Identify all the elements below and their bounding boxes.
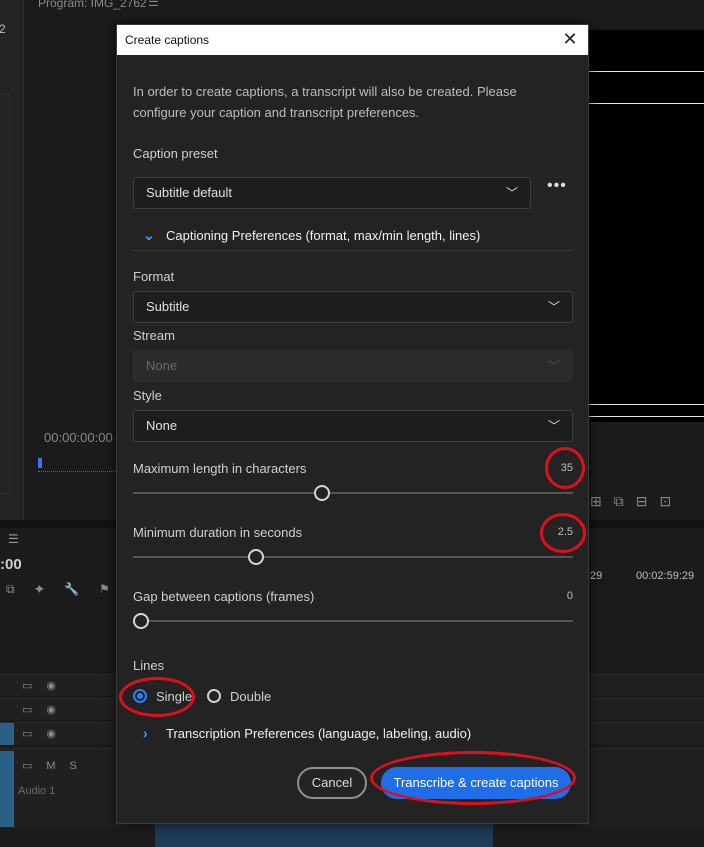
gap-slider[interactable] — [133, 611, 573, 631]
playhead-icon[interactable] — [38, 458, 42, 468]
single-radio[interactable] — [133, 689, 147, 703]
audio-track-icons[interactable]: ▭MS — [22, 759, 91, 772]
format-label: Format — [133, 269, 175, 284]
format-value: Subtitle — [146, 299, 190, 314]
timeline-timecode[interactable]: :00 — [0, 556, 22, 573]
chevron-down-icon: ﹀ — [547, 359, 560, 373]
panel-inner — [0, 94, 10, 494]
single-radio-label[interactable]: Single — [156, 689, 192, 704]
min-duration-label: Minimum duration in seconds — [133, 525, 303, 540]
stream-value: None — [146, 358, 178, 373]
stream-label: Stream — [133, 328, 175, 343]
lines-label: Lines — [133, 658, 165, 673]
transcription-preferences-label: Transcription Preferences (language, lab… — [166, 726, 472, 741]
cancel-button[interactable]: Cancel — [297, 767, 367, 799]
max-length-slider[interactable] — [133, 483, 573, 503]
captioning-preferences-toggle[interactable]: ⌄ Captioning Preferences (format, max/mi… — [133, 221, 573, 251]
transport-controls[interactable]: ⊞⧉⊟⊡ — [590, 493, 683, 510]
program-ruler[interactable] — [38, 460, 118, 472]
track-icons[interactable]: ▭◉ — [22, 703, 70, 716]
slider-track — [133, 556, 573, 558]
timeline-ruler-label: 29 — [590, 570, 603, 582]
max-length-value[interactable]: 35 — [537, 462, 573, 474]
slider-knob[interactable] — [248, 549, 265, 565]
dialog-titlebar: Create captions ✕ — [117, 25, 588, 55]
chevron-right-icon: › — [143, 725, 148, 741]
style-select[interactable]: None ﹀ — [133, 410, 573, 442]
double-radio-label[interactable]: Double — [230, 689, 271, 704]
program-timecode[interactable]: 00:00:00:00 — [44, 430, 113, 445]
panel-number: 2 — [0, 22, 6, 36]
timeline-ruler-label: 00:02:59:29 — [636, 570, 695, 582]
guide-line — [588, 416, 704, 417]
source-panel: 2 — [0, 0, 24, 520]
close-icon[interactable]: ✕ — [560, 29, 580, 49]
dialog-title: Create captions — [125, 33, 210, 47]
caption-preset-select[interactable]: Subtitle default ﹀ — [133, 177, 531, 209]
audio-clip[interactable] — [155, 822, 493, 847]
guide-line — [588, 71, 704, 72]
timeline-menu-icon[interactable]: ☰ — [8, 532, 19, 546]
program-video-preview — [588, 30, 704, 422]
program-monitor-title: Program: IMG_2762 — [38, 0, 147, 10]
transcribe-create-captions-button[interactable]: Transcribe & create captions — [381, 767, 571, 799]
timeline-tools[interactable]: ⧉✦🔧⚑ — [6, 582, 130, 597]
chevron-down-icon: ﹀ — [505, 186, 518, 200]
stream-select: None ﹀ — [133, 350, 573, 382]
intro-text: In order to create captions, a transcrip… — [133, 84, 517, 120]
transcription-preferences-toggle[interactable]: › Transcription Preferences (language, l… — [133, 719, 573, 749]
caption-preset-label: Caption preset — [133, 146, 218, 161]
guide-line — [588, 404, 704, 405]
slider-knob[interactable] — [314, 485, 331, 501]
create-captions-dialog: Create captions ✕ In order to create cap… — [116, 24, 589, 824]
guide-line — [588, 103, 704, 104]
gap-label: Gap between captions (frames) — [133, 589, 315, 604]
track-icons[interactable]: ▭◉ — [22, 727, 70, 740]
audio-track-label: Audio 1 — [18, 785, 56, 797]
format-select[interactable]: Subtitle ﹀ — [133, 291, 573, 323]
slider-track — [133, 620, 573, 622]
chevron-down-icon: ﹀ — [547, 419, 560, 433]
chevron-down-icon: ﹀ — [547, 300, 560, 314]
track-target[interactable] — [0, 751, 14, 827]
program-menu-icon[interactable]: ☰ — [148, 0, 159, 9]
chevron-down-icon: ⌄ — [143, 227, 155, 243]
style-value: None — [146, 418, 178, 433]
double-radio[interactable] — [207, 689, 221, 703]
max-length-label: Maximum length in characters — [133, 461, 307, 476]
track-icons[interactable]: ▭◉ — [22, 679, 70, 692]
more-options-icon[interactable]: ••• — [547, 177, 567, 195]
gap-value[interactable]: 0 — [537, 590, 573, 602]
track-target[interactable] — [0, 723, 14, 745]
min-duration-value[interactable]: 2.5 — [537, 526, 573, 538]
min-duration-slider[interactable] — [133, 547, 573, 567]
slider-track — [133, 492, 573, 494]
slider-knob[interactable] — [133, 613, 149, 629]
style-label: Style — [133, 388, 162, 403]
captioning-preferences-label: Captioning Preferences (format, max/min … — [166, 228, 481, 243]
caption-preset-value: Subtitle default — [146, 185, 233, 200]
